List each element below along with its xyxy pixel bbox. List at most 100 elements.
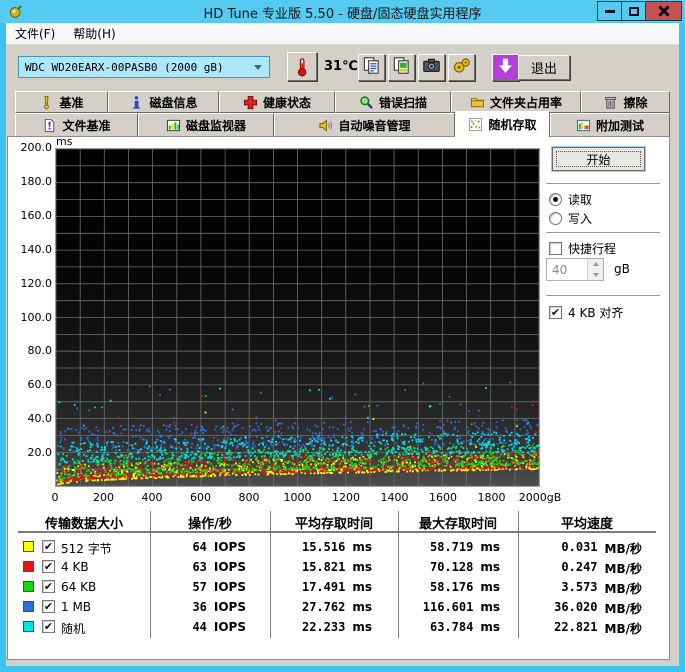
tab-erase[interactable]: 擦除 [581, 91, 670, 113]
legend-swatch [23, 561, 34, 572]
x-tick-label: 1600 [429, 491, 457, 504]
scatter-plot [55, 148, 540, 487]
x-tick-label: 1400 [380, 491, 409, 504]
tab-health[interactable]: 健康状态 [219, 91, 335, 113]
y-tick-label: 20.0 [27, 446, 53, 460]
y-tick-label: 40.0 [27, 412, 53, 426]
table-row: ✔ 4 KB 63 IOPS 15.821 ms 70.128 ms 0.247 MB/秒 [0, 557, 670, 577]
window-title: HD Tune 专业版 5.50 - 硬盘/固态硬盘实用程序 [203, 7, 482, 22]
close-button[interactable] [645, 1, 682, 21]
download-arrow-icon [496, 56, 515, 79]
iops-value: 64 [192, 540, 207, 554]
max-access-value: 70.128 [429, 560, 474, 574]
speaker-icon [318, 118, 333, 133]
series-checkbox[interactable]: ✔ [42, 600, 55, 613]
minimize-button[interactable] [597, 1, 622, 21]
tab-label: 健康状态 [262, 95, 311, 110]
series-name: 512 字节 [61, 542, 112, 556]
align-4kb-checkbox[interactable]: ✔ 4 KB 对齐 [549, 304, 623, 321]
y-tick-label: 140.0 [20, 242, 53, 256]
x-tick-label: 2000gB [518, 491, 562, 504]
options-icon [452, 56, 471, 79]
spinner-up-icon[interactable] [588, 259, 603, 270]
speed-value: 0.031 [561, 540, 598, 554]
magnifier-icon [359, 95, 374, 110]
series-checkbox[interactable]: ✔ [42, 620, 55, 633]
drive-select[interactable]: WDC WD20EARX-00PASB0 (2000 gB) [18, 56, 270, 78]
read-radio[interactable]: 读取 [549, 191, 592, 208]
thermometer-icon [297, 57, 307, 76]
info-icon [129, 95, 144, 110]
tab-folder-usage[interactable]: 文件夹占用率 [451, 91, 581, 113]
write-radio-circle[interactable] [549, 212, 562, 225]
screenshot-button[interactable] [418, 54, 445, 81]
tab-random-access[interactable]: 随机存取 [455, 111, 550, 137]
table-row: ✔ 512 字节 64 IOPS 15.516 ms 58.719 ms 0.031 MB/秒 [0, 537, 670, 557]
tab-disk-info[interactable]: 磁盘信息 [108, 91, 219, 113]
max-access-value: 63.784 [429, 620, 474, 634]
table-header-avg-speed: 平均速度 [560, 517, 613, 532]
series-checkbox[interactable]: ✔ [42, 560, 55, 573]
options-button[interactable] [448, 54, 475, 81]
exit-button[interactable]: 退出 [518, 55, 570, 80]
short-stroke-checkbox[interactable]: 快捷行程 [549, 240, 616, 257]
iops-value: 36 [192, 600, 207, 614]
tab-disk-monitor[interactable]: 磁盘监视器 [138, 113, 274, 137]
table-header-ops: 操作/秒 [188, 517, 232, 532]
avg-access-value: 15.821 [301, 560, 346, 574]
series-name: 1 MB [61, 600, 92, 614]
spinner-down-icon[interactable] [588, 269, 603, 280]
maximize-button[interactable] [621, 1, 646, 21]
read-radio-circle[interactable] [549, 193, 562, 206]
chevron-down-icon [254, 65, 262, 70]
tab-benchmark[interactable]: 基准 [15, 91, 108, 113]
window-controls [597, 1, 682, 21]
x-tick-label: 800 [238, 491, 260, 504]
table-header-max-access: 最大存取时间 [418, 517, 497, 532]
table-row: ✔ 1 MB 36 IOPS 27.762 ms 116.601 ms 36.020 MB/秒 [0, 597, 670, 617]
speed-value: 3.573 [561, 580, 598, 594]
read-radio-label: 读取 [568, 193, 593, 207]
tab-label: 随机存取 [488, 118, 537, 132]
drive-select-value: WDC WD20EARX-00PASB0 (2000 gB) [25, 60, 224, 74]
stroke-size-spinner[interactable]: 40 [546, 258, 604, 281]
series-checkbox[interactable]: ✔ [42, 580, 55, 593]
tab-row-1: 基准 磁盘信息 健康状态 错误扫描 文件夹占用率 擦除 [15, 91, 670, 113]
y-tick-label: 60.0 [27, 378, 53, 392]
menu-file[interactable]: 文件(F) [6, 23, 64, 44]
tab-extra-tests[interactable]: 附加测试 [550, 113, 670, 137]
tab-error-scan[interactable]: 错误扫描 [335, 91, 451, 113]
y-tick-label: 80.0 [27, 344, 53, 358]
copy-text-button[interactable] [358, 54, 385, 81]
speed-value: 36.020 [554, 600, 598, 614]
y-axis-unit-label: ms [56, 135, 73, 148]
titlebar: HD Tune 专业版 5.50 - 硬盘/固态硬盘实用程序 [0, 0, 685, 23]
short-stroke-checkbox-box[interactable] [549, 242, 562, 255]
align-4kb-checkbox-box[interactable]: ✔ [549, 306, 562, 319]
tab-file-benchmark[interactable]: 文件基准 [15, 113, 138, 137]
copy-image-button[interactable] [388, 54, 415, 81]
temperature-button[interactable] [287, 52, 317, 81]
write-radio[interactable]: 写入 [549, 210, 592, 227]
series-checkbox[interactable]: ✔ [42, 540, 55, 553]
short-stroke-label: 快捷行程 [568, 242, 617, 256]
tab-row-2: 文件基准 磁盘监视器 自动噪音管理 随机存取 附加测试 [15, 111, 670, 137]
y-tick-label: 100.0 [20, 310, 53, 324]
menu-help[interactable]: 帮助(H) [64, 23, 124, 44]
tab-label: 文件基准 [62, 118, 111, 133]
random-access-icon [468, 117, 483, 132]
speed-value: 0.247 [561, 560, 598, 574]
menubar: 文件(F) 帮助(H) [6, 23, 679, 45]
health-cross-icon [243, 95, 258, 110]
stroke-size-unit: gB [614, 262, 630, 276]
series-name: 64 KB [61, 580, 97, 594]
y-tick-label: 120.0 [20, 276, 53, 290]
table-header-rule [18, 531, 656, 533]
update-button[interactable] [492, 54, 519, 81]
y-tick-label: 160.0 [20, 208, 53, 222]
tab-noise-management[interactable]: 自动噪音管理 [274, 113, 455, 137]
start-button[interactable]: 开始 [552, 147, 645, 171]
series-name: 4 KB [61, 560, 89, 574]
x-tick-label: 1800 [477, 491, 506, 504]
extra-tests-icon [576, 118, 591, 133]
